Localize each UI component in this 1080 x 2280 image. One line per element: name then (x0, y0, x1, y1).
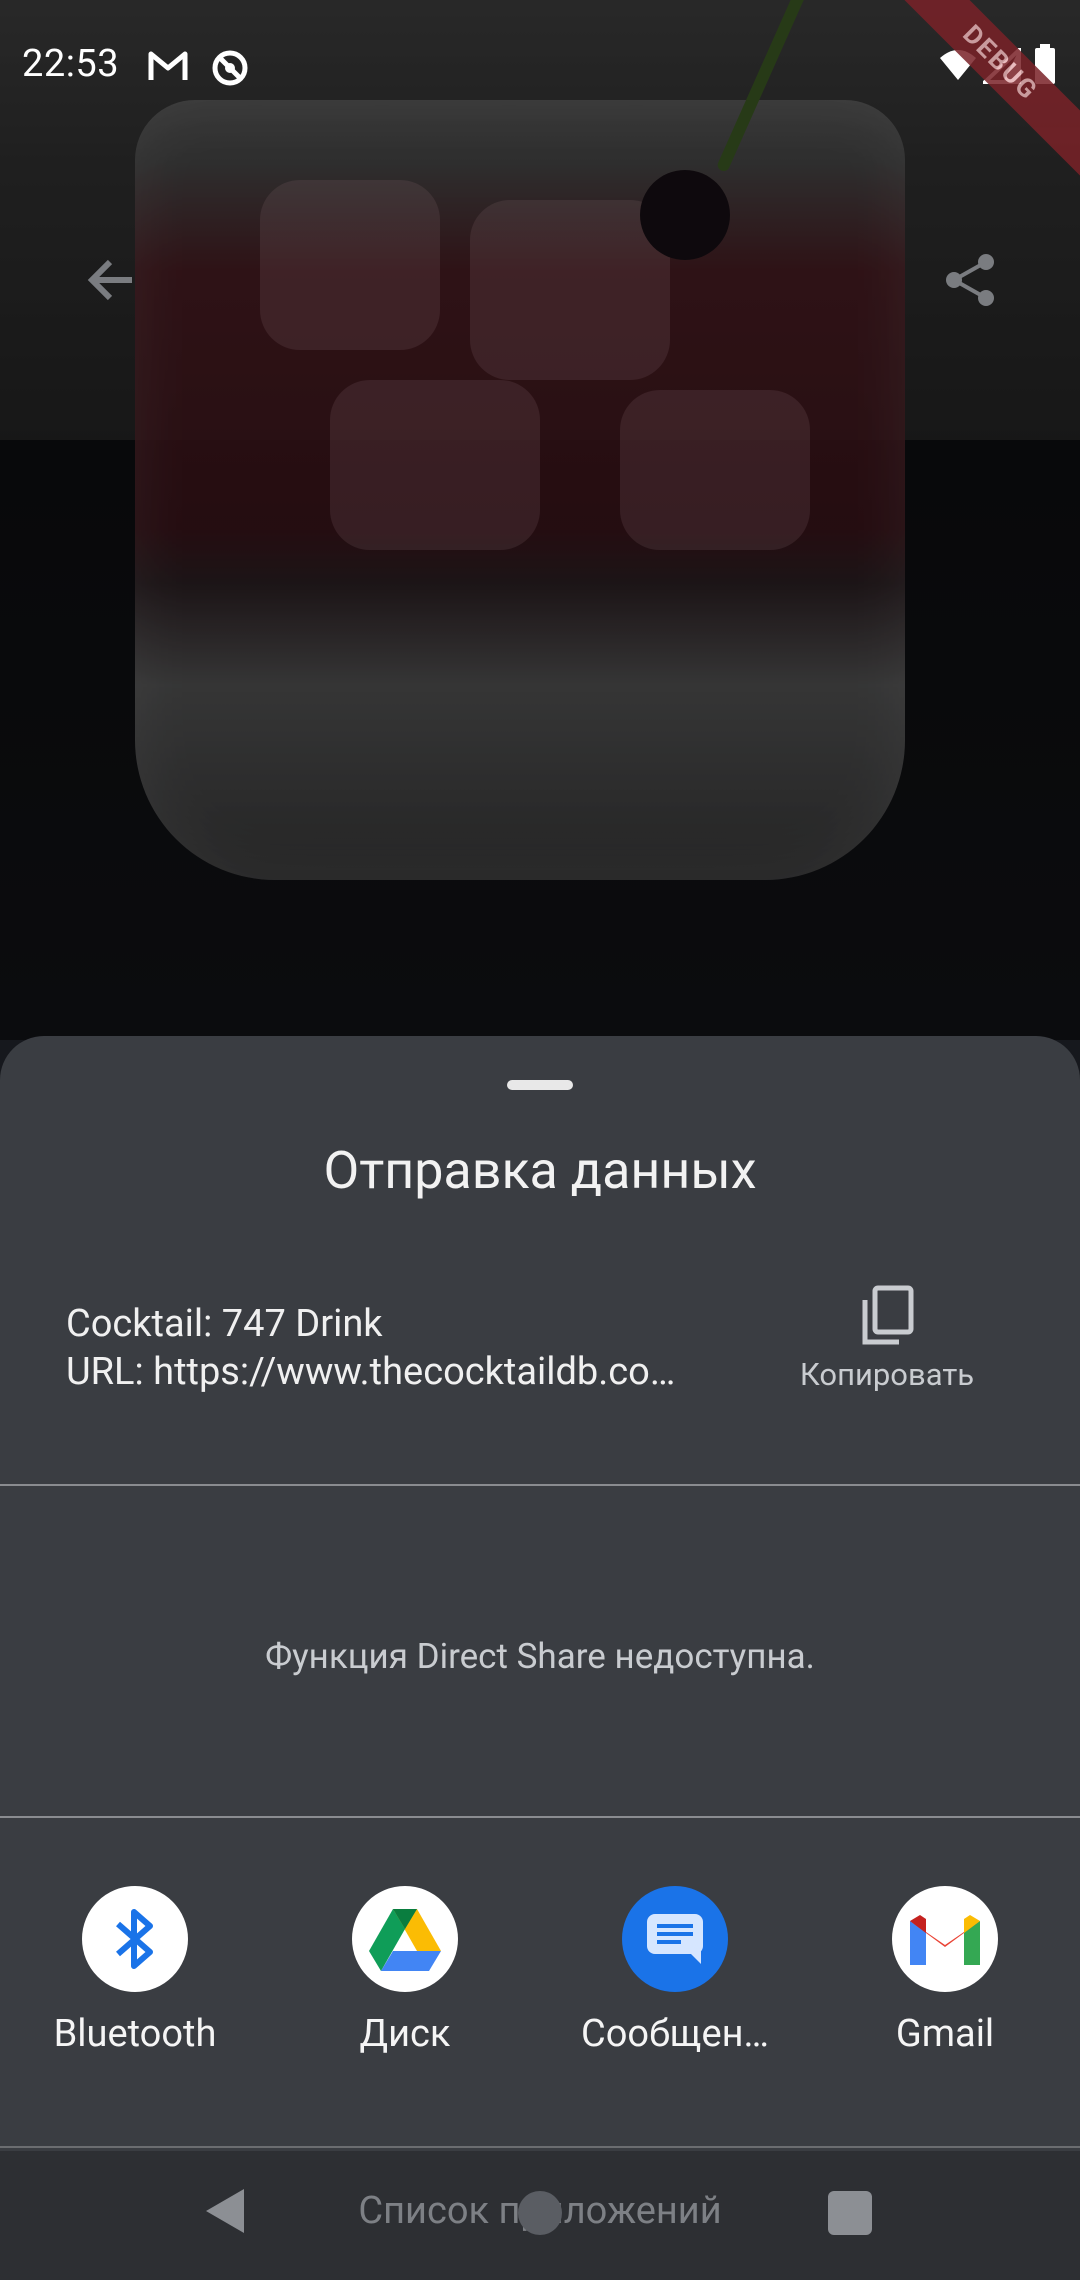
messages-icon (622, 1886, 728, 1992)
nav-recents-icon[interactable] (828, 2191, 872, 2235)
cocktail-photo (0, 0, 1080, 1040)
arrow-back-icon[interactable] (82, 250, 142, 310)
status-bar: 22:53 (0, 0, 1080, 132)
nav-home-icon[interactable] (518, 2191, 562, 2235)
divider (0, 1484, 1080, 1486)
share-target-gmail[interactable]: Gmail (810, 1886, 1080, 2056)
share-preview-line-1: Cocktail: 747 Drink (66, 1302, 383, 1346)
share-target-drive[interactable]: Диск (270, 1886, 540, 2056)
gmail-icon (892, 1886, 998, 1992)
photo-scrim (0, 0, 1080, 1040)
share-preview-line-2: URL: https://www.thecocktaildb.co… (66, 1350, 676, 1394)
share-target-label: Gmail (895, 2012, 995, 2056)
share-sheet: Отправка данных Cocktail: 747 Drink URL:… (0, 1036, 1080, 2151)
share-target-label: Bluetooth (53, 2012, 217, 2056)
share-target-label: Сообщен… (581, 2012, 769, 2056)
direct-share-message: Функция Direct Share недоступна. (265, 1636, 815, 1677)
bluetooth-icon (82, 1886, 188, 1992)
copy-button[interactable]: Копировать (780, 1284, 994, 1444)
status-time: 22:53 (22, 42, 120, 86)
gmail-icon (148, 50, 188, 86)
navigation-bar: Список приложений (0, 2151, 1080, 2280)
share-icon[interactable] (940, 250, 1000, 310)
nav-back-icon[interactable] (200, 2185, 250, 2237)
share-target-bluetooth[interactable]: Bluetooth (0, 1886, 270, 2056)
copy-label: Копировать (799, 1356, 975, 1393)
sheet-drag-handle[interactable] (507, 1080, 573, 1090)
share-preview-text: Cocktail: 747 Drink URL: https://www.the… (66, 1300, 706, 1396)
google-drive-icon (352, 1886, 458, 1992)
share-targets-row: Bluetooth Диск Сообщен… Gmail (0, 1886, 1080, 2086)
copy-icon (857, 1284, 917, 1348)
divider (0, 2146, 1080, 2148)
divider (0, 1816, 1080, 1818)
sheet-title: Отправка данных (323, 1140, 757, 1201)
sync-icon (210, 48, 250, 92)
share-target-label: Диск (359, 2012, 451, 2056)
share-target-messages[interactable]: Сообщен… (540, 1886, 810, 2056)
